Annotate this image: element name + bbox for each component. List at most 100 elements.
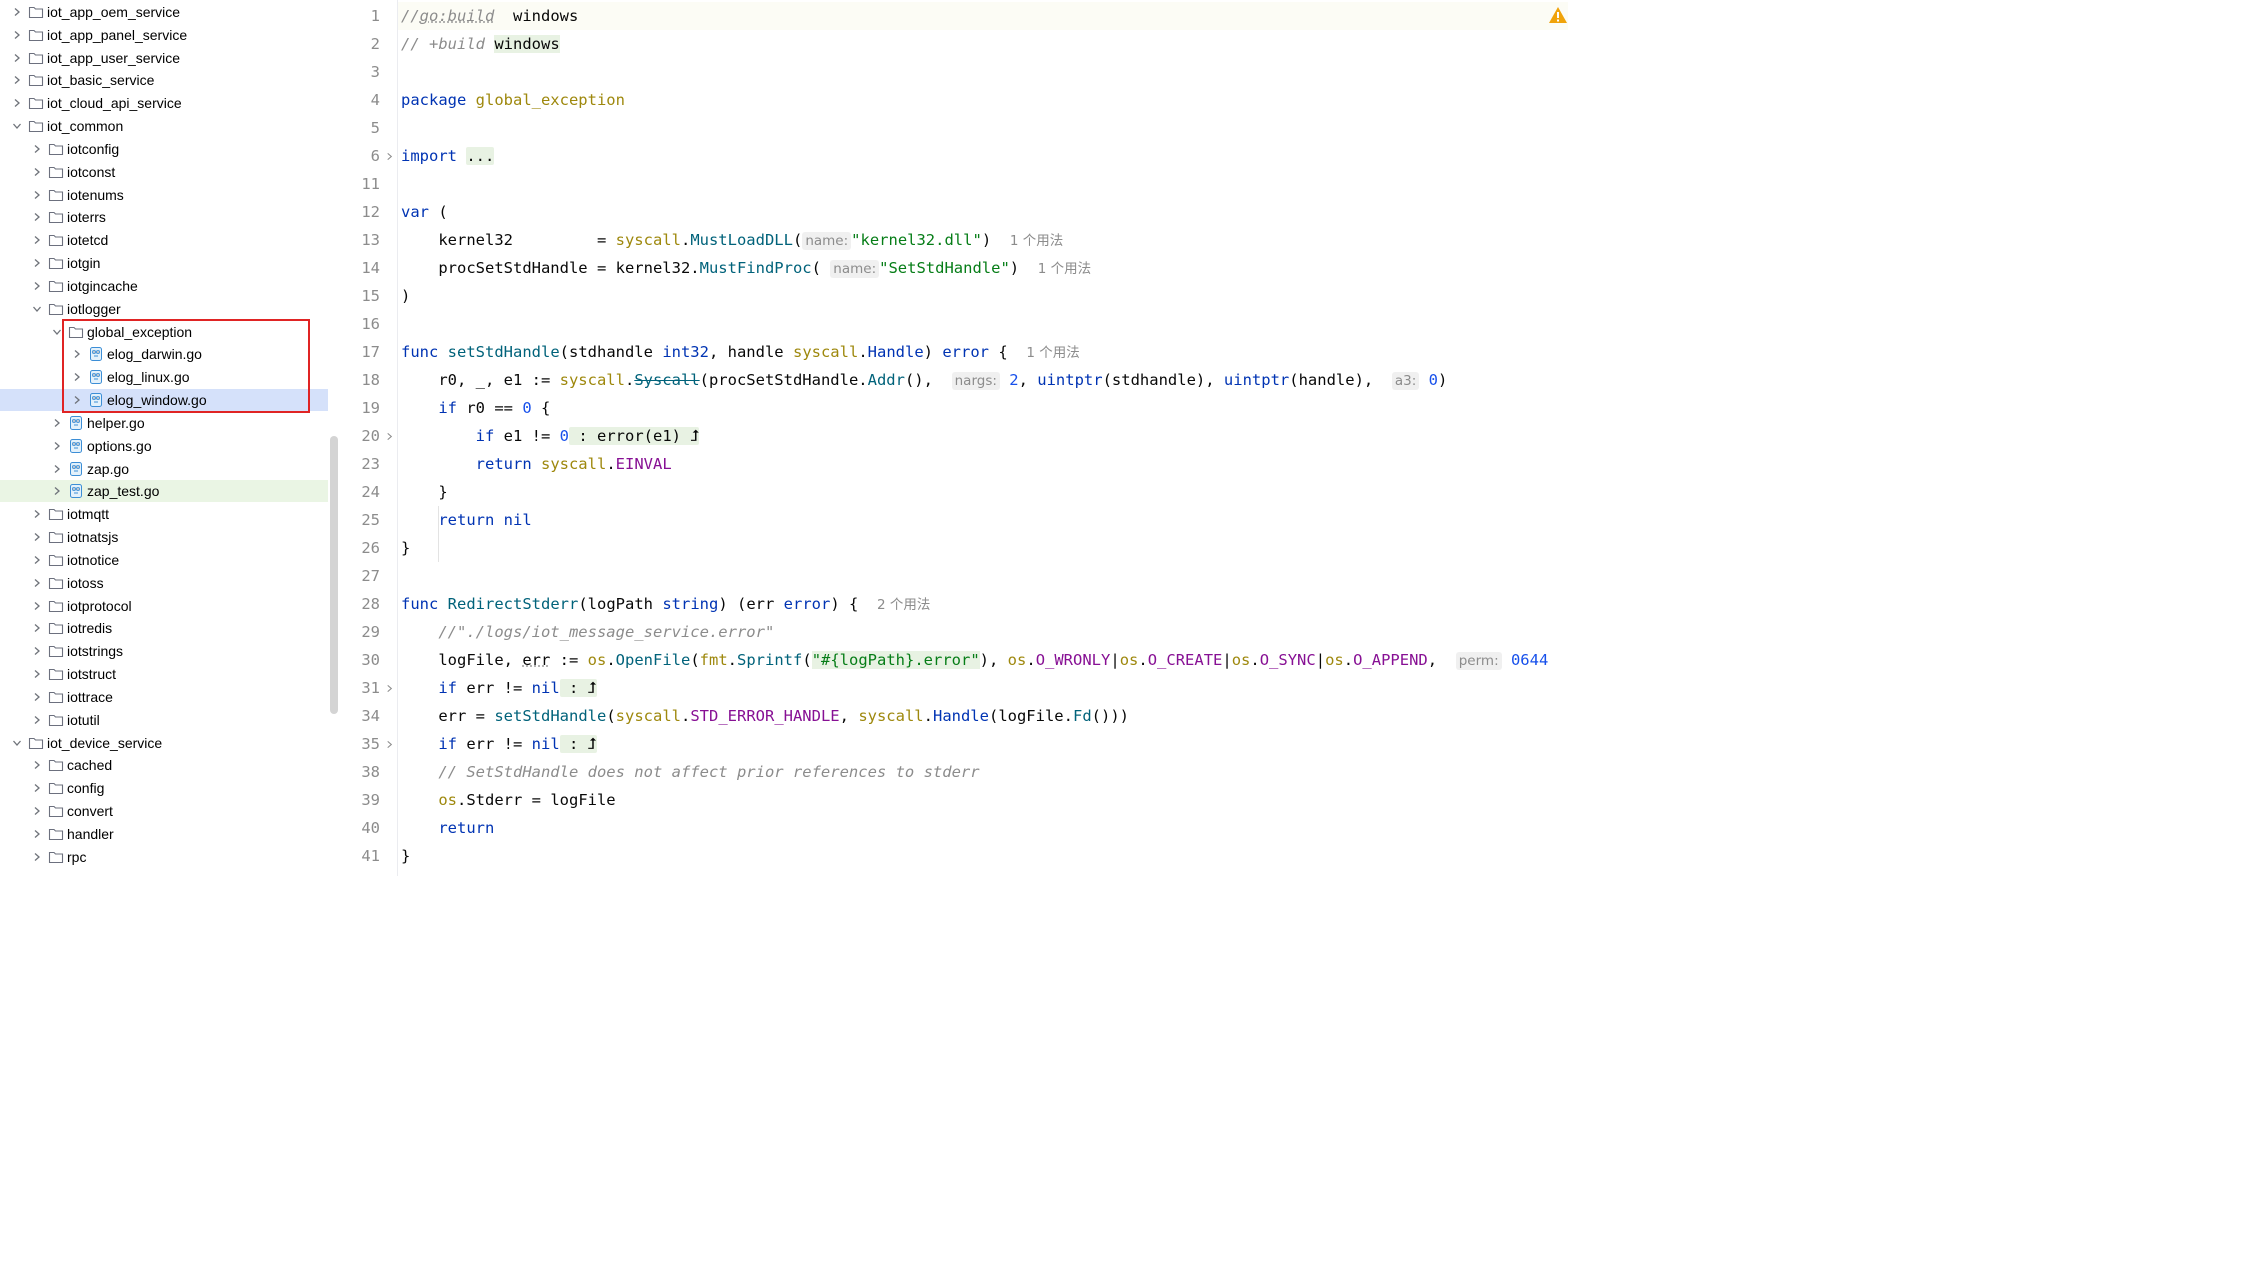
code-line[interactable]: } [401,478,447,506]
tree-folder-item[interactable]: config [0,777,328,799]
code-line[interactable]: return syscall.EINVAL [401,450,672,478]
code-line[interactable]: } [401,842,410,870]
code-line[interactable]: if err != nil : ⮥ [401,730,597,758]
chevron-right-icon[interactable] [32,184,42,206]
usage-count-hint[interactable]: 1 个用法 [1010,233,1063,249]
chevron-right-icon[interactable] [32,823,42,845]
tree-file-item[interactable]: elog_window.go [0,389,328,412]
tree-folder-item[interactable]: iotredis [0,617,328,639]
usage-count-hint[interactable]: 2 个用法 [877,597,930,613]
chevron-right-icon[interactable] [32,138,42,160]
tree-folder-item[interactable]: iot_app_user_service [0,47,328,69]
code-line[interactable]: func setStdHandle(stdhandle int32, handl… [401,338,1080,366]
chevron-right-icon[interactable] [32,800,42,822]
chevron-right-icon[interactable] [12,24,22,46]
code-editor[interactable]: //go:build windows// +build windows packa… [398,0,1568,876]
tree-folder-item[interactable]: iotprotocol [0,595,328,617]
code-line[interactable]: return [401,814,494,842]
chevron-right-icon[interactable] [32,549,42,571]
chevron-right-icon[interactable] [72,389,82,411]
chevron-right-icon[interactable] [32,275,42,297]
code-line[interactable]: if r0 == 0 { [401,394,550,422]
fold-chevron-icon[interactable] [384,730,394,758]
chevron-right-icon[interactable] [32,229,42,251]
chevron-right-icon[interactable] [32,206,42,228]
code-line[interactable]: procSetStdHandle = kernel32.MustFindProc… [401,254,1091,282]
chevron-right-icon[interactable] [32,617,42,639]
tree-folder-item[interactable]: ioterrs [0,206,328,228]
tree-folder-item[interactable]: iot_cloud_api_service [0,92,328,114]
code-line[interactable]: r0, _, e1 := syscall.Syscall(procSetStdH… [401,366,1447,394]
tree-file-item[interactable]: helper.go [0,412,328,434]
project-tree[interactable]: iot_app_oem_service iot_app_panel_service… [0,0,340,876]
chevron-right-icon[interactable] [52,435,62,457]
code-line[interactable]: // SetStdHandle does not affect prior re… [401,758,979,786]
code-line[interactable]: os.Stderr = logFile [401,786,615,814]
chevron-right-icon[interactable] [52,480,62,502]
chevron-down-icon[interactable] [32,298,42,320]
chevron-right-icon[interactable] [32,777,42,799]
warning-icon[interactable] [1548,6,1568,24]
fold-chevron-icon[interactable] [384,422,394,450]
tree-folder-item[interactable]: iotenums [0,184,328,206]
chevron-right-icon[interactable] [32,526,42,548]
folded-code-region[interactable]: ... [466,147,495,165]
chevron-right-icon[interactable] [32,252,42,274]
tree-folder-item[interactable]: iotutil [0,709,328,731]
chevron-right-icon[interactable] [12,1,22,23]
chevron-right-icon[interactable] [32,846,42,868]
chevron-right-icon[interactable] [32,754,42,776]
chevron-right-icon[interactable] [32,503,42,525]
tree-file-item[interactable]: zap_test.go [0,480,328,503]
tree-folder-item[interactable]: iotetcd [0,229,328,251]
chevron-right-icon[interactable] [52,458,62,480]
tree-file-item[interactable]: zap.go [0,458,328,480]
chevron-right-icon[interactable] [52,412,62,434]
chevron-right-icon[interactable] [32,709,42,731]
chevron-right-icon[interactable] [32,595,42,617]
tree-folder-item[interactable]: iotmqtt [0,503,328,525]
chevron-right-icon[interactable] [32,663,42,685]
chevron-down-icon[interactable] [12,115,22,137]
tree-folder-item[interactable]: iotnotice [0,549,328,571]
tree-file-item[interactable]: elog_linux.go [0,366,328,388]
code-line[interactable]: } [401,534,410,562]
usage-count-hint[interactable]: 1 个用法 [1038,261,1091,277]
code-line[interactable]: // +build windows [401,30,560,58]
folded-code-region[interactable]: : ⮥ [559,679,597,697]
chevron-right-icon[interactable] [72,366,82,388]
chevron-down-icon[interactable] [12,732,22,754]
chevron-down-icon[interactable] [52,321,62,343]
tree-folder-item[interactable]: iotoss [0,572,328,594]
code-line[interactable]: //"./logs/iot_message_service.error" [401,618,774,646]
editor-gutter[interactable]: 1 2 3 4 5 6 11 12 13 14 15 16 17 18 19 20 23 24 25 26 27 28 29… [340,0,398,876]
tree-folder-item[interactable]: iot_app_oem_service [0,1,328,23]
chevron-right-icon[interactable] [12,47,22,69]
tree-folder-item[interactable]: iotlogger [0,298,328,320]
tree-folder-item[interactable]: iot_basic_service [0,69,328,91]
code-line[interactable]: ) [401,282,410,310]
tree-file-item[interactable]: options.go [0,435,328,457]
usage-count-hint[interactable]: 1 个用法 [1026,345,1079,361]
tree-folder-item[interactable]: iot_app_panel_service [0,24,328,46]
code-line[interactable]: func RedirectStderr(logPath string) (err… [401,590,930,618]
tree-folder-item[interactable]: iotconfig [0,138,328,160]
tree-folder-item[interactable]: handler [0,823,328,845]
tree-file-item[interactable]: elog_darwin.go [0,343,328,365]
code-line[interactable]: import ... [401,142,495,170]
tree-folder-item[interactable]: iot_common [0,115,328,137]
chevron-right-icon[interactable] [32,572,42,594]
chevron-right-icon[interactable] [32,161,42,183]
folded-code-region[interactable]: : error(e1) ⮥ [569,427,700,445]
chevron-right-icon[interactable] [72,343,82,365]
code-line[interactable]: kernel32 = syscall.MustLoadDLL(name: "ker… [401,226,1063,254]
chevron-right-icon[interactable] [12,92,22,114]
tree-scrollbar-thumb[interactable] [330,436,338,714]
chevron-right-icon[interactable] [12,69,22,91]
fold-chevron-icon[interactable] [384,142,394,170]
tree-folder-item[interactable]: iotgincache [0,275,328,297]
code-line[interactable]: if e1 != 0 : error(e1) ⮥ [401,422,700,450]
code-line[interactable]: //go:build windows [398,2,1568,30]
code-line[interactable]: err = setStdHandle(syscall.STD_ERROR_HAN… [401,702,1129,730]
tree-folder-item[interactable]: cached [0,754,328,776]
